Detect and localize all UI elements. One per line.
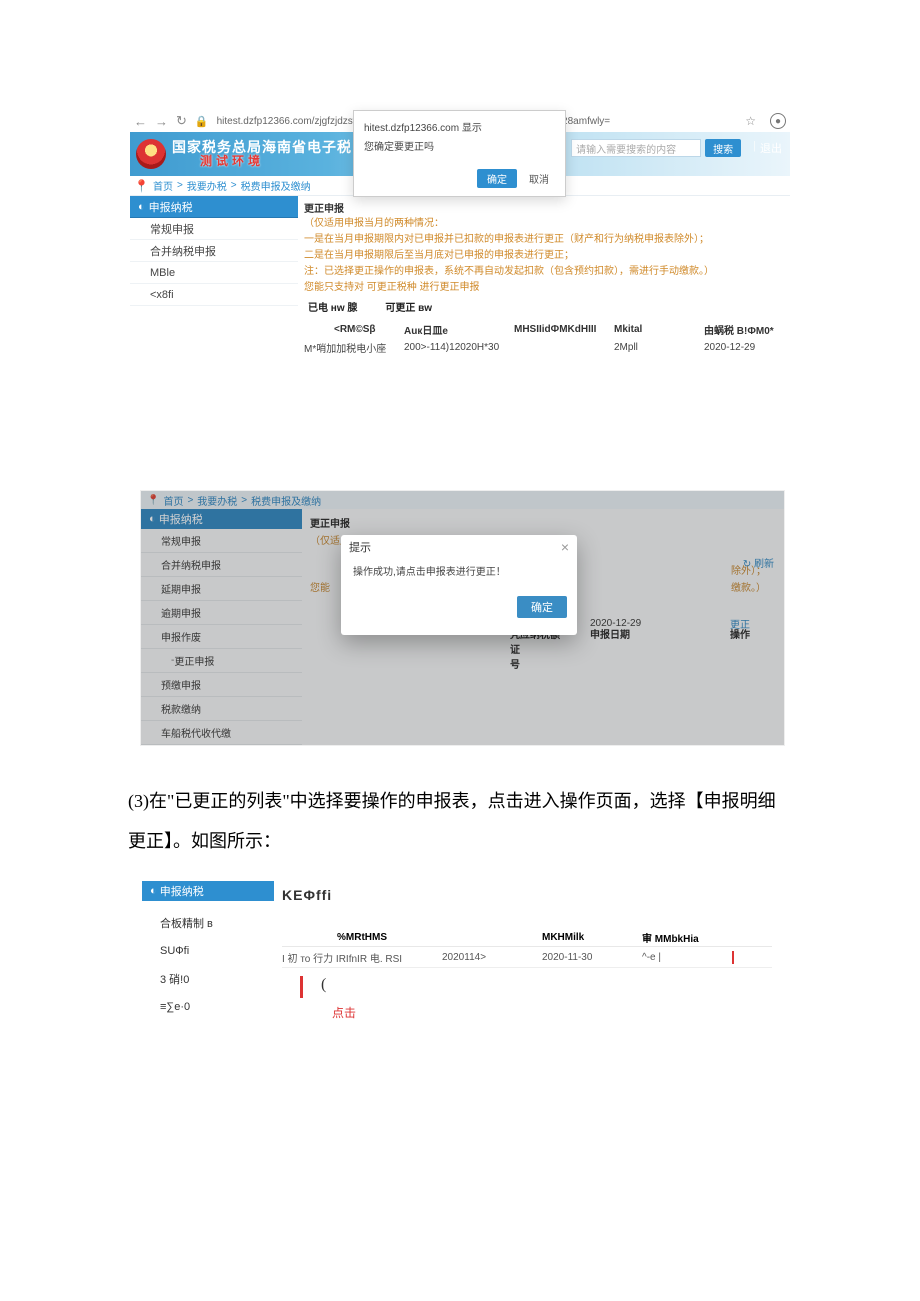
sidebar-item-4[interactable]: <x8fi bbox=[130, 284, 298, 306]
sidebar: ◐ 申报纳税 常规申报 合并纳税申报 MBle <x8fi bbox=[130, 196, 298, 360]
callout-1: ( bbox=[300, 976, 772, 998]
panel-note-2: 一是在当月申报期限内对已申报并已扣款的申报表进行更正（财产和行为纳税申报表除外）… bbox=[304, 233, 784, 247]
screenshot-3: ◐ 申报纳税 合板精制 в SUФfi 3 硝!0 ≡∑е·0 KEΦffi %… bbox=[142, 881, 780, 1061]
screenshot-2: 📍 首页 > 我要办税 > 税费申报及缴纳 ◐ 申报纳税 常规申报 合并纳税申报… bbox=[140, 490, 785, 746]
crumb-home[interactable]: 首页 bbox=[153, 178, 173, 193]
correct-link[interactable]: 更正 bbox=[730, 616, 776, 631]
panel-title-2: 更正申报 bbox=[310, 515, 776, 530]
panel-note-1: （仅适用申报当月的两种情况： bbox=[304, 217, 784, 231]
col-1: Auк日皿е bbox=[404, 322, 514, 337]
dialog-message: 您确定要更正吗 bbox=[364, 138, 555, 153]
header-title: 国家税务总局海南省电子税 bbox=[172, 140, 352, 155]
sidebar-item-pay[interactable]: 税款缴纳 bbox=[141, 697, 302, 721]
main-panel: 更正申报 （仅适用申报当月的两种情况： 一是在当月申报期限内对已申报并已扣款的申… bbox=[298, 196, 790, 360]
exit-link[interactable]: 退出 bbox=[760, 140, 782, 156]
search-button[interactable]: 搜索 bbox=[705, 139, 741, 157]
modal-ok-button[interactable]: 确定 bbox=[517, 596, 567, 618]
table3: %MRtHMS MKHMilk 审 MMbkHia I 初 то 行力 IRIf… bbox=[282, 929, 772, 968]
crumb-1[interactable]: 我要办税 bbox=[187, 178, 227, 193]
reload-icon[interactable]: ↻ bbox=[176, 113, 187, 129]
sidebar-item-void[interactable]: 申报作废 bbox=[141, 625, 302, 649]
sidebar-item-a[interactable]: 合板精制 в bbox=[142, 915, 274, 931]
sidebar-head-2[interactable]: ◐ 申报纳税 bbox=[141, 509, 302, 529]
col-4: 由蜗税 B!ФM0* bbox=[704, 322, 784, 337]
modal-title-text: 提示 bbox=[349, 539, 371, 555]
sidebar-head-3[interactable]: ◐ 申报纳税 bbox=[142, 881, 274, 901]
dash-icon: - bbox=[161, 655, 174, 666]
sidebar-2: ◐ 申报纳税 常规申报 合并纳税申报 延期申报 逾期申报 申报作废 - 更正申报… bbox=[141, 509, 302, 745]
sidebar-item-merged[interactable]: 合并纳税申报 bbox=[130, 240, 298, 262]
tab-done[interactable]: 已电 нw 腺 bbox=[308, 299, 357, 314]
main-panel-3: KEΦffi %MRtHMS MKHMilk 审 MMbkHia I 初 то … bbox=[274, 881, 780, 1061]
dialog-cancel-button[interactable]: 取消 bbox=[523, 169, 555, 188]
pin-icon: 📍 bbox=[134, 179, 149, 193]
panel-title: 更正申报 bbox=[304, 200, 784, 215]
col-3: 审 MMbkHia bbox=[642, 930, 732, 945]
sidebar-head[interactable]: ◐ 申报纳税 bbox=[130, 196, 298, 218]
col-0: <RM©Sβ bbox=[304, 324, 404, 335]
confirm-dialog: hitest.dzfp12366.com 显示 您确定要更正吗 确定 取消 bbox=[353, 110, 566, 197]
sidebar-item-defer[interactable]: 延期申报 bbox=[141, 577, 302, 601]
col-2: MHSIIidФMKdHIII bbox=[514, 324, 614, 335]
pin-icon: 📍 bbox=[147, 495, 159, 506]
instruction-paragraph: (3)在"已更正的列表"中选择要操作的申报表，点击进入操作页面，选择【申报明细更… bbox=[128, 782, 792, 861]
sidebar-item-regular[interactable]: 常规申报 bbox=[141, 529, 302, 553]
header-right-links: | 退出 bbox=[753, 140, 782, 156]
tab-bar: 已电 нw 腺 可更正 вw bbox=[308, 299, 784, 314]
crumb-2[interactable]: 税费申报及缴纳 bbox=[251, 493, 321, 508]
panel-note-4: 注：已选择更正操作的申报表，系统不再自动发起扣款（包含预约扣款），需进行手动缴款… bbox=[304, 265, 784, 279]
sidebar-3: ◐ 申报纳税 合板精制 в SUФfi 3 硝!0 ≡∑е·0 bbox=[142, 881, 274, 1061]
back-icon[interactable]: ← bbox=[134, 114, 147, 129]
sidebar-item-merged[interactable]: 合并纳税申报 bbox=[141, 553, 302, 577]
search-placeholder: 请输入需要搜索的内容 bbox=[576, 141, 676, 156]
circle-icon: ◐ bbox=[138, 201, 145, 213]
emblem-icon bbox=[136, 139, 166, 169]
sidebar-item-d[interactable]: ≡∑е·0 bbox=[142, 1001, 274, 1013]
breadcrumb-2: 📍 首页 > 我要办税 > 税费申报及缴纳 bbox=[141, 491, 784, 509]
sidebar-item-correct[interactable]: - 更正申报 bbox=[141, 649, 302, 673]
circle-icon: ◐ bbox=[150, 885, 160, 897]
red-bar-icon bbox=[300, 976, 303, 998]
sidebar-item-regular[interactable]: 常规申报 bbox=[130, 218, 298, 240]
panel-title-3: KEΦffi bbox=[282, 887, 772, 903]
panel-note-5: 您能只支持对 可更正税种 进行更正申报 bbox=[304, 281, 784, 295]
table-row[interactable]: M*哨加加税电小座 200>-114)12020H*30 2Mpll 2020-… bbox=[304, 338, 784, 356]
forward-icon[interactable]: → bbox=[155, 114, 168, 129]
paren-text: ( bbox=[321, 976, 326, 994]
panel-note-3: 二是在当月申报期限后至当月底对已申报的申报表进行更正； bbox=[304, 249, 784, 263]
col-2: MKHMilk bbox=[542, 932, 642, 943]
sidebar-item-b[interactable]: SUФfi bbox=[142, 945, 274, 957]
success-modal: 提示 × 操作成功,请点击申报表进行更正！ 确定 bbox=[341, 535, 577, 635]
refresh-link[interactable]: ↻ 刷新 bbox=[743, 555, 774, 570]
dialog-domain: hitest.dzfp12366.com 显示 bbox=[364, 119, 555, 134]
profile-icon[interactable]: ● bbox=[770, 113, 786, 129]
table3-row[interactable]: I 初 то 行力 IRIfnIR 电. RSI 2020114> 2020-1… bbox=[282, 947, 772, 967]
circle-icon: ◐ bbox=[149, 513, 159, 525]
separator: | bbox=[753, 140, 756, 156]
col-3: Mkital bbox=[614, 324, 704, 335]
red-box-icon bbox=[732, 951, 734, 964]
modal-message: 操作成功,请点击申报表进行更正！ bbox=[341, 559, 577, 578]
lock-icon: 🔒 bbox=[195, 115, 209, 128]
sidebar-item-vehicle[interactable]: 车船税代收代缴 bbox=[141, 721, 302, 745]
col-0: %MRtHMS bbox=[282, 932, 442, 943]
sidebar-item-prepay[interactable]: 预缴申报 bbox=[141, 673, 302, 697]
sidebar-item-3[interactable]: MBle bbox=[130, 262, 298, 284]
crumb-1[interactable]: 我要办税 bbox=[197, 493, 237, 508]
crumb-2[interactable]: 税费申报及缴纳 bbox=[241, 178, 311, 193]
bookmark-star-icon[interactable]: ☆ bbox=[745, 114, 756, 128]
screenshot-1: ← → ↻ 🔒 hitest.dzfp12366.com/zjgfzjdzswj… bbox=[130, 110, 790, 360]
click-label: 点击 bbox=[332, 1004, 772, 1021]
crumb-home[interactable]: 首页 bbox=[163, 493, 183, 508]
dialog-ok-button[interactable]: 确定 bbox=[477, 169, 517, 188]
sidebar-item-overdue[interactable]: 逾期申报 bbox=[141, 601, 302, 625]
close-icon[interactable]: × bbox=[561, 539, 569, 555]
header-subtitle: 测试环境 bbox=[200, 155, 352, 168]
sidebar-item-c[interactable]: 3 硝!0 bbox=[142, 971, 274, 987]
search-input[interactable]: 请输入需要搜索的内容 bbox=[571, 139, 701, 157]
table: <RM©Sβ Auк日皿е MHSIIidФMKdHIII Mkital 由蜗税… bbox=[304, 320, 784, 356]
tab-correctable[interactable]: 可更正 вw bbox=[385, 299, 432, 314]
